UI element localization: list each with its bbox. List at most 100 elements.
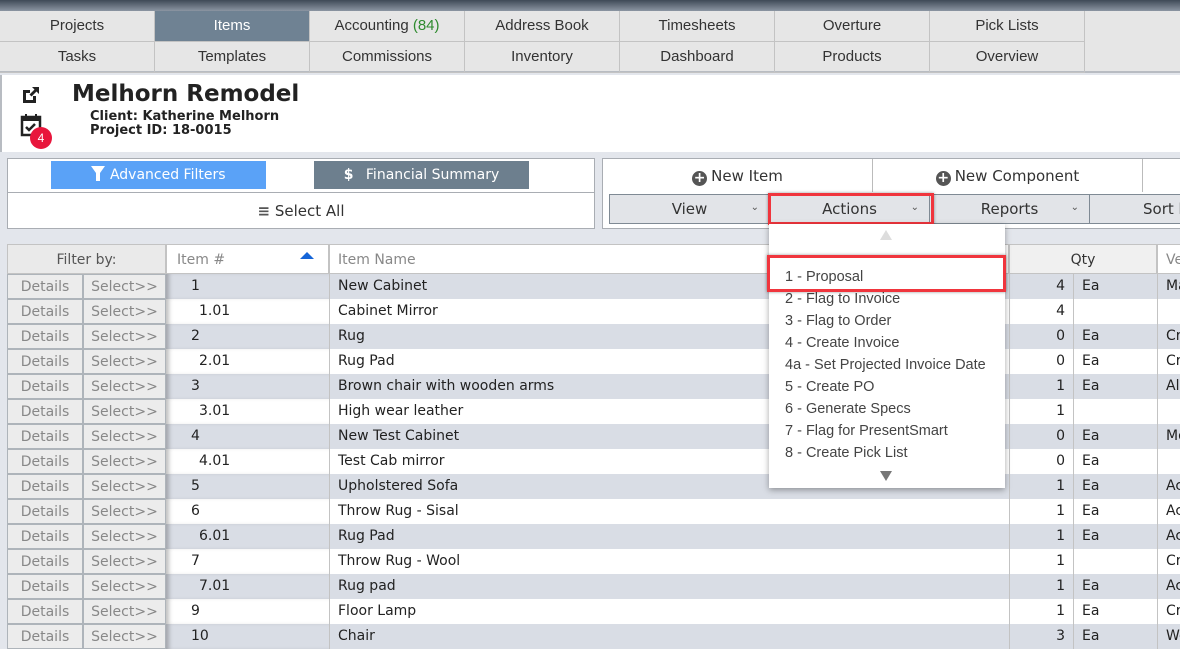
financial-summary-label: Financial Summary — [365, 167, 500, 183]
actions-menu-item[interactable]: 5 - Create PO — [785, 379, 874, 395]
item-name-cell: Rug pad — [329, 574, 1009, 599]
details-button[interactable]: Details — [7, 324, 83, 349]
item-number-cell: 2.01 — [166, 349, 329, 374]
vendor-cell: We — [1157, 624, 1180, 649]
table-row[interactable]: DetailsSelect>>6.01Rug Pad1EaAc — [7, 524, 1180, 549]
select-button[interactable]: Select>> — [83, 299, 166, 324]
scroll-up-icon[interactable] — [880, 230, 892, 240]
details-button[interactable]: Details — [7, 524, 83, 549]
nav-tab-overture[interactable]: Overture — [775, 11, 930, 42]
actions-menu-item[interactable]: 1 - Proposal — [785, 269, 863, 285]
details-button[interactable]: Details — [7, 549, 83, 574]
select-button[interactable]: Select>> — [83, 274, 166, 299]
select-button[interactable]: Select>> — [83, 449, 166, 474]
new-component-button[interactable]: + New Component — [873, 159, 1143, 192]
details-button[interactable]: Details — [7, 599, 83, 624]
filter-panel: Advanced Filters $ Financial Summary ≡ S… — [7, 158, 595, 229]
nav-tab-commissions[interactable]: Commissions — [310, 42, 465, 73]
item-number-cell: 1.01 — [166, 299, 329, 324]
details-button[interactable]: Details — [7, 474, 83, 499]
details-button[interactable]: Details — [7, 399, 83, 424]
nav-tab-inventory[interactable]: Inventory — [465, 42, 620, 73]
details-button[interactable]: Details — [7, 424, 83, 449]
qty-cell: 0 — [1009, 349, 1073, 374]
table-row[interactable]: DetailsSelect>>10Chair3EaWe — [7, 624, 1180, 649]
select-button[interactable]: Select>> — [83, 424, 166, 449]
nav-tab-label: Templates — [197, 48, 267, 65]
details-button[interactable]: Details — [7, 274, 83, 299]
nav-tab-items[interactable]: Items — [155, 11, 310, 42]
vendor-header[interactable]: Ve — [1157, 244, 1180, 274]
details-button[interactable]: Details — [7, 449, 83, 474]
details-button[interactable]: Details — [7, 374, 83, 399]
select-button[interactable]: Select>> — [83, 399, 166, 424]
nav-tab-projects[interactable]: Projects — [0, 11, 155, 42]
select-button[interactable]: Select>> — [83, 474, 166, 499]
actions-menu-item[interactable]: 4a - Set Projected Invoice Date — [785, 357, 986, 373]
advanced-filters-button[interactable]: Advanced Filters — [51, 161, 266, 189]
actions-menu: 1 - Proposal 2 - Flag to Invoice 3 - Flag … — [769, 224, 1005, 488]
client-name: Client: Katherine Melhorn — [90, 109, 280, 124]
item-name-cell: Throw Rug - Wool — [329, 549, 1009, 574]
sort-by-dropdown[interactable]: Sort by — [1090, 195, 1180, 223]
actions-dropdown[interactable]: Actions ⌄ — [770, 195, 930, 223]
details-button[interactable]: Details — [7, 299, 83, 324]
nav-tab-address-book[interactable]: Address Book — [465, 11, 620, 42]
select-button[interactable]: Select>> — [83, 624, 166, 649]
sort-by-label: Sort by — [1143, 200, 1180, 218]
unit-cell: Ea — [1073, 449, 1157, 474]
item-number-cell: 10 — [166, 624, 329, 649]
select-button[interactable]: Select>> — [83, 324, 166, 349]
scroll-down-icon[interactable] — [880, 471, 892, 481]
nav-tab-pick-lists[interactable]: Pick Lists — [930, 11, 1085, 42]
details-button[interactable]: Details — [7, 499, 83, 524]
item-number-header[interactable]: Item # — [166, 244, 329, 274]
actions-menu-item[interactable]: 8 - Create Pick List — [785, 445, 908, 461]
nav-tab-label: Overview — [975, 48, 1039, 65]
table-row[interactable]: DetailsSelect>>7.01Rug pad1EaAc — [7, 574, 1180, 599]
actions-menu-item[interactable]: 4 - Create Invoice — [785, 335, 899, 351]
actions-menu-item[interactable]: 2 - Flag to Invoice — [785, 291, 900, 307]
details-button[interactable]: Details — [7, 624, 83, 649]
item-number-cell: 7.01 — [166, 574, 329, 599]
actions-menu-item[interactable]: 3 - Flag to Order — [785, 313, 891, 329]
external-link-icon[interactable] — [20, 84, 42, 106]
select-button[interactable]: Select>> — [83, 349, 166, 374]
view-dropdown[interactable]: View ⌄ — [610, 195, 770, 223]
qty-header[interactable]: Qty — [1009, 244, 1157, 274]
actions-menu-item[interactable]: 7 - Flag for PresentSmart — [785, 423, 948, 439]
reports-dropdown[interactable]: Reports ⌄ — [930, 195, 1090, 223]
nav-tab-label: Dashboard — [660, 48, 734, 65]
select-all-button[interactable]: ≡ Select All — [8, 192, 594, 228]
details-button[interactable]: Details — [7, 349, 83, 374]
nav-tab-products[interactable]: Products — [775, 42, 930, 73]
new-item-button[interactable]: + New Item — [603, 159, 873, 192]
details-button[interactable]: Details — [7, 574, 83, 599]
actions-menu-item[interactable]: 6 - Generate Specs — [785, 401, 911, 417]
nav-tab-tasks[interactable]: Tasks — [0, 42, 155, 73]
nav-tab-overview[interactable]: Overview — [930, 42, 1085, 73]
nav-tab-timesheets[interactable]: Timesheets — [620, 11, 775, 42]
select-button[interactable]: Select>> — [83, 549, 166, 574]
item-number-cell: 2 — [166, 324, 329, 349]
table-row[interactable]: Details Select>> 7 Throw Rug - Wool 1 Cr — [7, 549, 1180, 574]
select-button[interactable]: Select>> — [83, 574, 166, 599]
select-button[interactable]: Select>> — [83, 524, 166, 549]
financial-summary-button[interactable]: $ Financial Summary — [314, 161, 529, 189]
nav-tab-accounting[interactable]: Accounting (84) — [310, 11, 465, 42]
table-row[interactable]: Details Select>> 9 Floor Lamp 1 Ea Cr — [7, 599, 1180, 624]
select-button[interactable]: Select>> — [83, 499, 166, 524]
sort-ascending-icon — [300, 252, 314, 259]
select-button[interactable]: Select>> — [83, 374, 166, 399]
nav-tab-dashboard[interactable]: Dashboard — [620, 42, 775, 73]
unit-cell: Ea — [1073, 474, 1157, 499]
project-info: Client: Katherine Melhorn Project ID: 18… — [90, 110, 279, 138]
item-number-cell: 7 — [166, 549, 329, 574]
vendor-cell: Ma — [1157, 274, 1180, 299]
select-all-label: Select All — [274, 202, 345, 220]
project-title: Melhorn Remodel — [72, 81, 300, 107]
nav-tab-templates[interactable]: Templates — [155, 42, 310, 73]
select-button[interactable]: Select>> — [83, 599, 166, 624]
table-row[interactable]: DetailsSelect>>6Throw Rug - Sisal1EaAc — [7, 499, 1180, 524]
vendor-cell: Mo — [1157, 424, 1180, 449]
